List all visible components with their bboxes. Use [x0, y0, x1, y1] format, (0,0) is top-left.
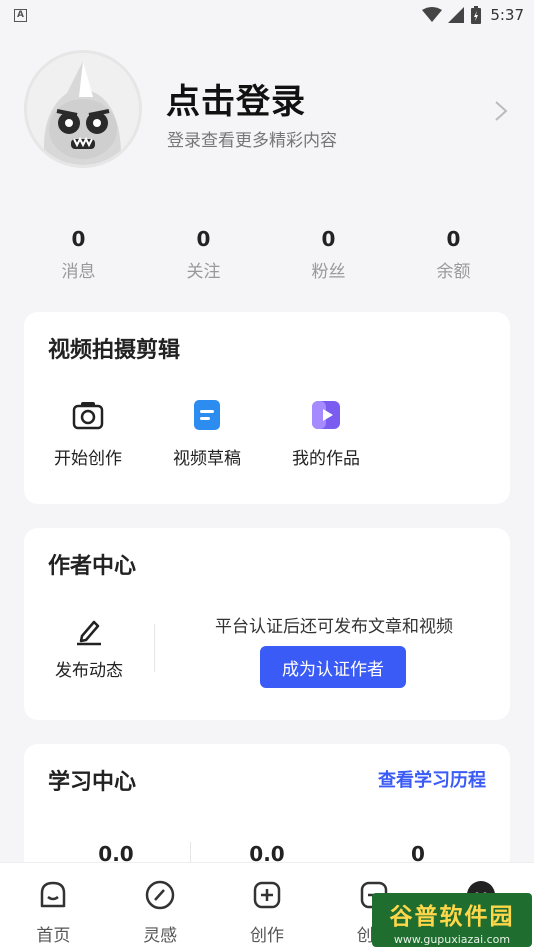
tab-home[interactable]: 首页: [0, 863, 107, 950]
stat-value: 0: [71, 227, 86, 251]
camera-icon: [72, 402, 104, 430]
stat-label: 消息: [61, 262, 96, 282]
become-author-button[interactable]: 成为认证作者: [260, 646, 406, 688]
tab-label: 创作: [249, 926, 284, 946]
login-title[interactable]: 点击登录: [166, 74, 306, 123]
avatar[interactable]: [24, 50, 142, 168]
stat-value: 0: [321, 227, 336, 251]
watermark-url: www.gupuxiazai.com: [393, 933, 511, 946]
stat-label: 关注: [186, 262, 221, 282]
signal-icon: [448, 7, 465, 23]
video-editing-card: 视频拍摄剪辑 开始创作 视频草稿 我的作品: [24, 312, 510, 504]
chevron-right-icon[interactable]: [492, 100, 510, 122]
start-create-button[interactable]: 开始创作: [38, 398, 138, 469]
stat-following[interactable]: 0 关注: [141, 225, 266, 285]
author-hint: 平台认证后还可发布文章和视频: [215, 617, 453, 637]
pencil-icon: [77, 620, 101, 646]
draft-icon: [194, 400, 220, 430]
create-icon: [253, 881, 281, 909]
home-icon: [41, 881, 66, 908]
divider: [154, 624, 155, 672]
post-label: 发布动态: [55, 661, 123, 681]
stat-messages[interactable]: 0 消息: [16, 225, 141, 285]
notification-a-icon: A: [14, 8, 27, 22]
card-title: 作者中心: [48, 554, 137, 579]
wifi-icon: [422, 7, 443, 22]
profile-header[interactable]: 点击登录 登录查看更多精彩内容: [0, 30, 534, 210]
card-title: 学习中心: [48, 770, 137, 795]
avatar-mascot-icon: [27, 53, 139, 165]
status-bar: A 5:37: [0, 0, 534, 30]
login-subtitle: 登录查看更多精彩内容: [167, 131, 337, 151]
stat-label: 余额: [436, 262, 471, 282]
tool-label: 我的作品: [292, 449, 360, 469]
card-title: 视频拍摄剪辑: [48, 338, 181, 363]
watermark-title: 谷普软件园: [389, 904, 515, 930]
tool-label: 视频草稿: [173, 449, 241, 469]
tab-inspiration[interactable]: 灵感: [107, 863, 214, 950]
tool-label: 开始创作: [54, 449, 122, 469]
post-update-button[interactable]: 发布动态: [44, 616, 134, 681]
tab-label: 首页: [36, 926, 71, 946]
stats-row: 0 消息 0 关注 0 粉丝 0 余额: [0, 225, 534, 285]
status-time: 5:37: [490, 6, 524, 24]
stat-balance[interactable]: 0 余额: [391, 225, 516, 285]
stat-value: 0: [446, 227, 461, 251]
stat-fans[interactable]: 0 粉丝: [266, 225, 391, 285]
author-center-card: 作者中心 发布动态 平台认证后还可发布文章和视频 成为认证作者: [24, 528, 510, 720]
inspiration-icon: [145, 880, 175, 910]
tab-create[interactable]: 创作: [214, 863, 321, 950]
battery-icon: [471, 6, 482, 24]
watermark-logo: 谷普软件园 www.gupuxiazai.com: [372, 893, 532, 947]
stat-label: 粉丝: [311, 262, 346, 282]
tab-label: 灵感: [143, 926, 178, 946]
video-draft-button[interactable]: 视频草稿: [157, 398, 257, 469]
learning-history-link[interactable]: 查看学习历程: [378, 766, 486, 792]
my-works-button[interactable]: 我的作品: [276, 398, 376, 469]
stat-value: 0: [196, 227, 211, 251]
my-works-icon: [312, 401, 340, 429]
status-right: 5:37: [422, 6, 524, 24]
